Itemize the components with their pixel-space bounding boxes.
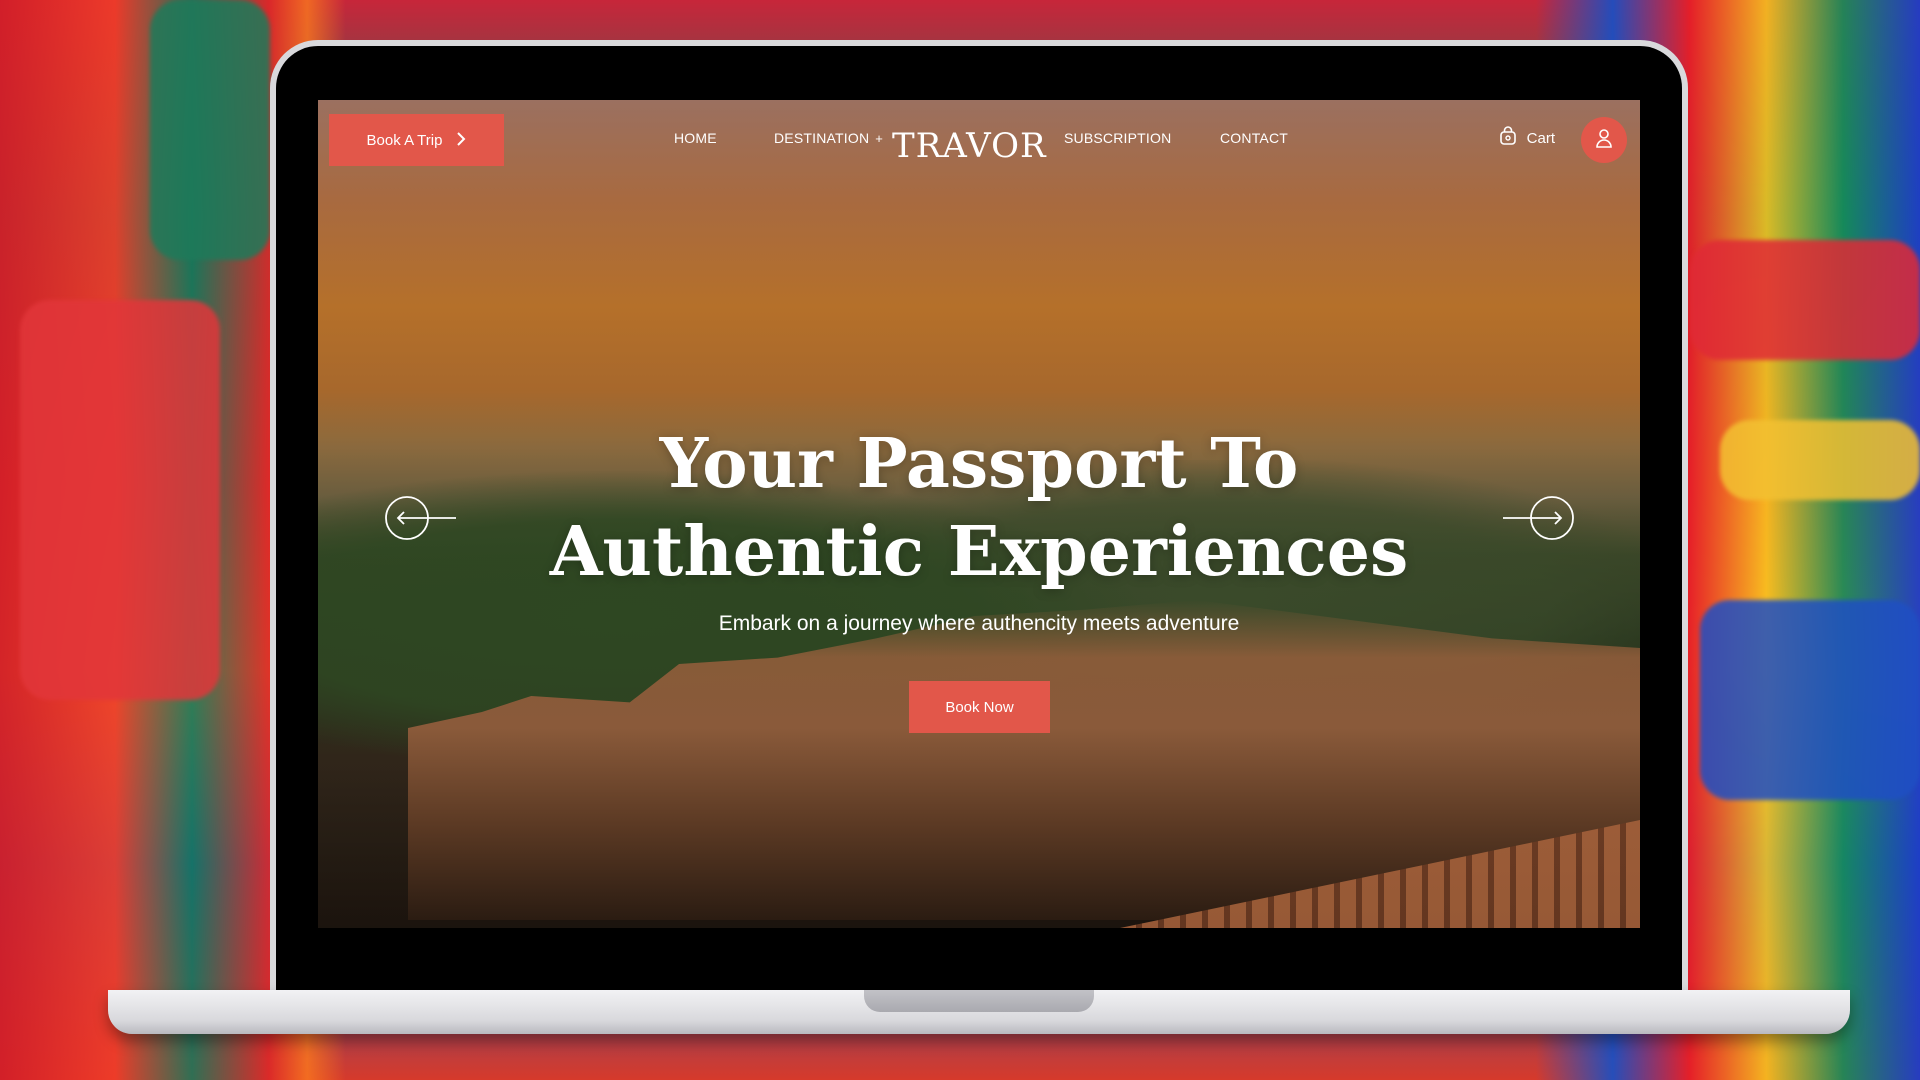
website-viewport: Book A Trip HOME DESTINATION + TRAVOR SUB… <box>318 100 1640 928</box>
paint-streak-right-yellow <box>1720 420 1920 500</box>
hero-title-line1: Your Passport To <box>659 424 1299 504</box>
cart-label: Cart <box>1526 129 1555 147</box>
book-now-button[interactable]: Book Now <box>909 681 1050 733</box>
nav-destination[interactable]: DESTINATION + <box>774 130 883 146</box>
plus-icon: + <box>875 131 884 146</box>
hero-title: Your Passport To Authentic Experiences <box>318 420 1640 596</box>
main-nav: HOME DESTINATION + TRAVOR SUBSCRIPTION CO… <box>318 126 1640 166</box>
shopping-bag-icon <box>1499 126 1517 150</box>
nav-contact[interactable]: CONTACT <box>1220 130 1288 146</box>
hero-subtitle: Embark on a journey where authencity mee… <box>718 612 1240 635</box>
site-logo[interactable]: TRAVOR <box>892 126 1047 166</box>
nav-home[interactable]: HOME <box>674 130 717 146</box>
carousel-next-button[interactable] <box>1501 495 1575 541</box>
nav-destination-label: DESTINATION <box>774 130 870 146</box>
user-icon <box>1595 128 1613 152</box>
hero-title-line2: Authentic Experiences <box>549 512 1409 592</box>
paint-streak-right-blue <box>1700 600 1920 800</box>
cart-link[interactable]: Cart <box>1499 126 1555 150</box>
laptop-notch <box>864 990 1094 1012</box>
paint-streak-left-green <box>150 0 270 260</box>
arrow-right-icon <box>1503 496 1574 540</box>
profile-button[interactable] <box>1581 117 1627 163</box>
nav-subscription[interactable]: SUBSCRIPTION <box>1064 130 1171 146</box>
paint-streak-right-red <box>1690 240 1920 360</box>
arrow-left-icon <box>385 496 456 540</box>
carousel-prev-button[interactable] <box>384 495 458 541</box>
paint-streak-left-red <box>20 300 220 700</box>
